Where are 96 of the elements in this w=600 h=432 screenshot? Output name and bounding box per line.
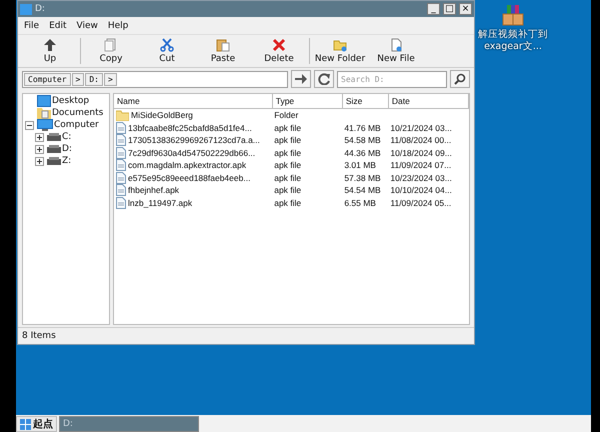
- table-cell-text: 3.01 MB: [343, 159, 377, 172]
- toolbar-button[interactable]: Up: [22, 35, 78, 67]
- table-cell-text: 54.58 MB: [343, 134, 382, 146]
- breadcrumb-button[interactable]: D:: [85, 72, 103, 86]
- file-icon: [116, 196, 126, 209]
- table-cell-text: 10/23/2024 03...: [389, 172, 453, 184]
- maximize-button[interactable]: □: [443, 3, 456, 15]
- tree-item[interactable]: C:: [62, 132, 72, 142]
- minimize-button[interactable]: _: [427, 3, 440, 15]
- search-icon: [454, 73, 466, 85]
- table-cell-text: 57.38 MB: [343, 172, 382, 184]
- file-icon: [116, 146, 126, 159]
- tree-item[interactable]: Documents: [52, 108, 104, 118]
- documents-folder-icon: [37, 107, 51, 119]
- address-bar[interactable]: Computer > D: >: [22, 70, 288, 88]
- close-button[interactable]: ×: [459, 3, 472, 15]
- column-header[interactable]: Size: [342, 94, 388, 108]
- toolbar-button[interactable]: New Folder: [312, 35, 368, 67]
- file-name[interactable]: 173051383629969267123cd7a.a...: [128, 135, 260, 146]
- file-name[interactable]: com.magdalm.apkextractor.apk: [128, 160, 246, 170]
- refresh-icon: [318, 73, 330, 85]
- new-file-icon: [389, 38, 403, 52]
- search-field[interactable]: Search D:: [337, 70, 447, 88]
- toolbar-button[interactable]: Cut: [139, 35, 195, 67]
- collapse-toggle-icon[interactable]: [25, 120, 34, 130]
- grid-icon: [20, 418, 31, 430]
- file-name[interactable]: e575e95c89eeed188faeb4eeb...: [128, 172, 250, 183]
- table-cell-text: 11/09/2024 07...: [389, 159, 452, 172]
- table-cell-text: 41.76 MB: [343, 122, 382, 134]
- toolbar-button[interactable]: New File: [368, 35, 424, 67]
- tree-item[interactable]: Z:: [62, 156, 72, 166]
- menu-item[interactable]: File: [20, 20, 44, 30]
- column-header[interactable]: Name: [114, 94, 272, 108]
- drive-icon: [47, 157, 61, 165]
- table-cell-text: apk file: [273, 159, 302, 172]
- table-cell-text: 54.54 MB: [343, 184, 382, 196]
- toolbar-button[interactable]: Paste: [195, 35, 251, 67]
- file-name[interactable]: MiSideGoldBerg: [131, 110, 193, 120]
- table-cell-text: apk file: [273, 134, 302, 146]
- up-arrow-icon: [43, 38, 57, 52]
- drive-icon: [47, 133, 61, 141]
- computer-icon: [37, 119, 53, 131]
- menu-item[interactable]: Help: [104, 20, 132, 30]
- file-name[interactable]: 7c29df9630a4d547502229db66...: [128, 148, 256, 158]
- column-header[interactable]: Date: [388, 94, 468, 108]
- expand-toggle-icon[interactable]: [35, 144, 44, 154]
- table-cell-text: apk file: [273, 184, 302, 196]
- menu-item[interactable]: Edit: [45, 20, 70, 30]
- table-cell-text: apk file: [273, 196, 302, 209]
- table-cell-text: 11/09/2024 05...: [389, 196, 452, 209]
- file-icon: [116, 134, 126, 146]
- toolbar-button[interactable]: Copy: [83, 35, 139, 67]
- file-name[interactable]: lnzb_119497.apk: [128, 198, 192, 208]
- copy-icon: [104, 38, 118, 52]
- table-cell-text: apk file: [273, 172, 302, 184]
- drive-icon: [47, 145, 61, 153]
- start-button[interactable]: 起点: [16, 416, 57, 432]
- right-arrow-icon: [295, 74, 307, 84]
- file-icon: [116, 172, 126, 184]
- table-cell-text: 6.55 MB: [343, 196, 377, 209]
- tree-item[interactable]: D:: [62, 144, 72, 154]
- file-name[interactable]: 13bfcaabe8fc25cbafd8a5d1fe4...: [128, 122, 252, 133]
- tree-item[interactable]: Computer: [54, 120, 99, 130]
- file-icon: [116, 184, 126, 196]
- desktop-icon: [37, 95, 51, 107]
- table-cell-text: 10/18/2024 09...: [389, 146, 453, 159]
- table-cell-text: 44.36 MB: [343, 146, 382, 159]
- file-name[interactable]: fhbejnhef.apk: [128, 185, 180, 196]
- expand-toggle-icon[interactable]: [35, 132, 44, 142]
- tree-item[interactable]: Desktop: [52, 96, 90, 106]
- table-cell-text: apk file: [273, 122, 302, 134]
- breadcrumb-button[interactable]: Computer: [24, 72, 71, 86]
- archive-box-icon[interactable]: [502, 4, 524, 26]
- go-button[interactable]: [291, 70, 311, 88]
- cut-icon: [160, 38, 174, 52]
- table-cell-text: apk file: [273, 146, 302, 159]
- table-cell-text: 11/08/2024 00...: [389, 134, 452, 146]
- window-icon: [20, 4, 32, 14]
- refresh-button[interactable]: [314, 70, 334, 88]
- paste-icon: [216, 38, 230, 52]
- window-title: D:: [35, 4, 46, 14]
- file-icon: [116, 122, 126, 134]
- table-cell-text: 10/10/2024 04...: [389, 184, 453, 196]
- menu-item[interactable]: View: [72, 20, 102, 30]
- folder-icon: [116, 110, 129, 121]
- table-cell: Folder: [272, 108, 342, 122]
- desktop-icon-label[interactable]: 解压视频补丁到exagear文...: [478, 29, 548, 53]
- status-text: 8 Items: [22, 331, 56, 341]
- new-folder-icon: [333, 38, 347, 52]
- delete-icon: [272, 38, 286, 52]
- table-cell-text: 10/21/2024 03...: [389, 122, 453, 134]
- expand-toggle-icon[interactable]: [35, 156, 44, 166]
- column-header[interactable]: Type: [272, 94, 342, 108]
- file-icon: [116, 159, 126, 172]
- search-button[interactable]: [450, 70, 470, 88]
- toolbar-button[interactable]: Delete: [251, 35, 307, 67]
